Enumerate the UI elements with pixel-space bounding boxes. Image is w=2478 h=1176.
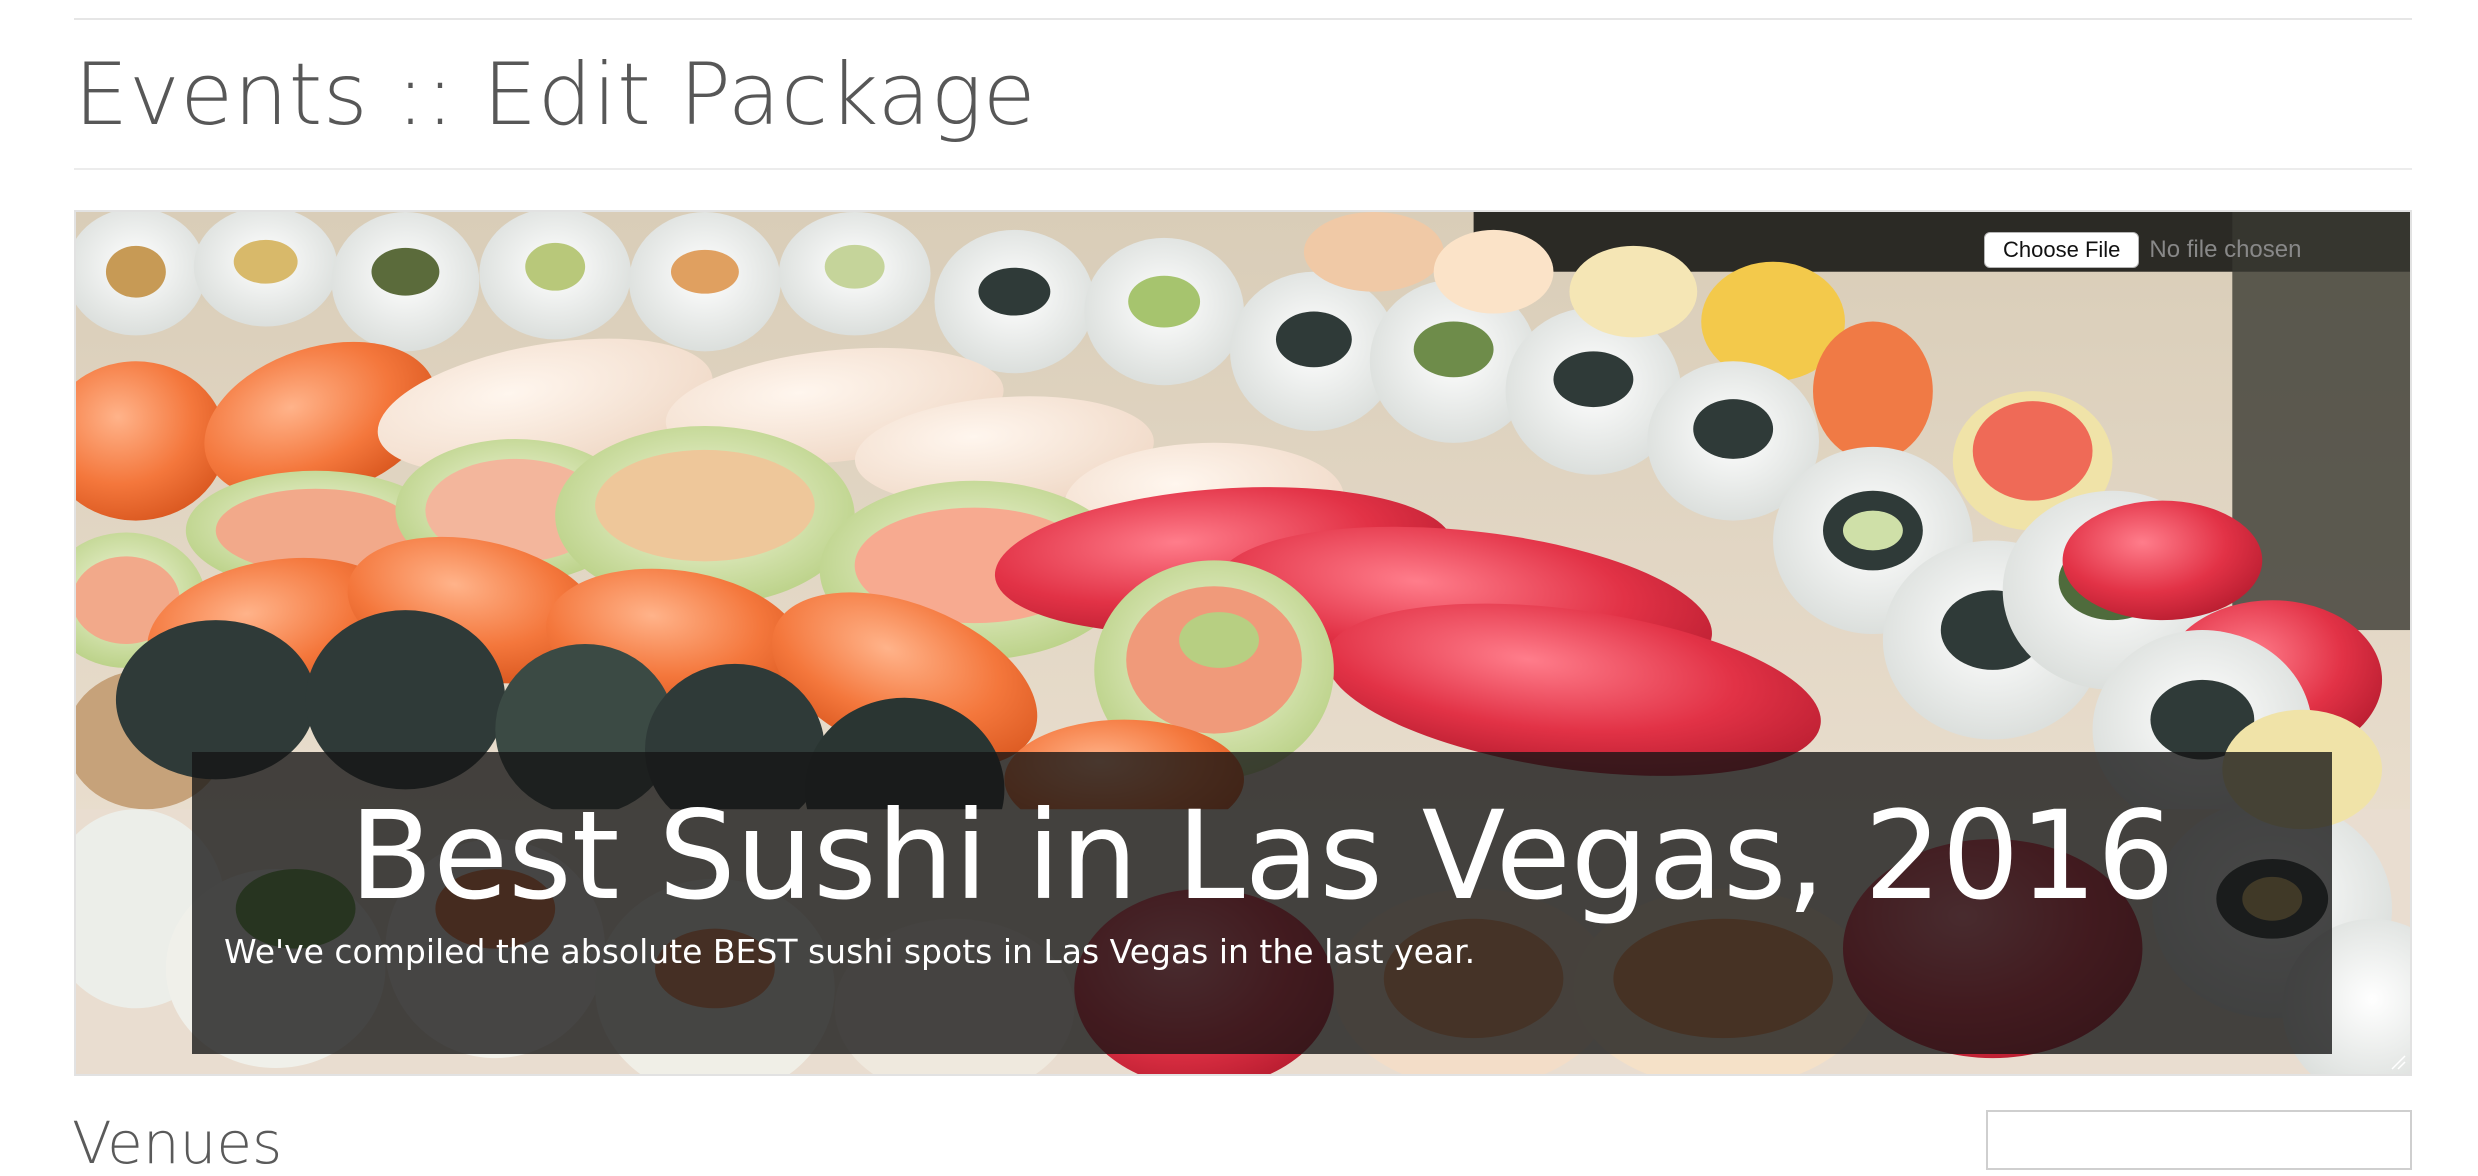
package-description[interactable]: We've compiled the absolute BEST sushi s… bbox=[224, 930, 1475, 974]
edit-package-page: Events :: Edit Package Choose File No fi… bbox=[0, 0, 2478, 1176]
venue-search-input[interactable] bbox=[1986, 1110, 2412, 1170]
page-title: Events :: Edit Package bbox=[74, 45, 1037, 145]
title-divider bbox=[74, 168, 2412, 170]
hero-caption-box: Best Sushi in Las Vegas, 2016 We've comp… bbox=[192, 752, 2332, 1054]
resize-grip-icon[interactable] bbox=[2388, 1052, 2406, 1070]
choose-file-button[interactable]: Choose File bbox=[1984, 232, 2140, 268]
venues-heading: Venues bbox=[72, 1109, 283, 1176]
file-status-text: No file chosen bbox=[2149, 236, 2302, 263]
banner-image-upload: Choose File No file chosen bbox=[1984, 232, 2301, 268]
package-hero-banner: Choose File No file chosen Best Sushi in… bbox=[74, 210, 2412, 1076]
top-divider bbox=[74, 18, 2412, 20]
package-title[interactable]: Best Sushi in Las Vegas, 2016 bbox=[192, 786, 2332, 926]
